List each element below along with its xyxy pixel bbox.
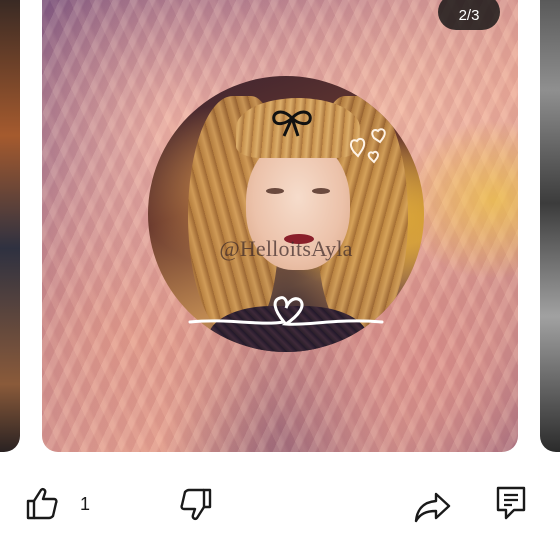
hearts-doodle-icon: [349, 128, 386, 164]
bow-icon: [272, 110, 312, 137]
previous-slide-preview[interactable]: [0, 0, 20, 452]
dislike-button[interactable]: [178, 486, 214, 522]
next-slide-preview[interactable]: [540, 0, 560, 452]
thumbs-up-icon: [26, 488, 58, 520]
like-count: 1: [80, 493, 91, 514]
watermark-text: @HelloitsAyla: [219, 236, 353, 261]
share-button[interactable]: [414, 490, 452, 524]
thumbs-down-icon: [180, 488, 212, 520]
action-bar: 1: [0, 478, 560, 538]
post-image-card[interactable]: 2/3 @HelloitsAyla: [42, 0, 518, 452]
heart-line-doodle-icon: [188, 296, 384, 326]
like-button[interactable]: 1: [24, 486, 90, 522]
comment-icon: [496, 486, 526, 520]
page-indicator: 2/3: [438, 0, 500, 30]
screen: 2/3 @HelloitsAyla 1: [0, 0, 560, 560]
comment-button[interactable]: [494, 484, 528, 522]
share-arrow-icon: [414, 492, 451, 523]
